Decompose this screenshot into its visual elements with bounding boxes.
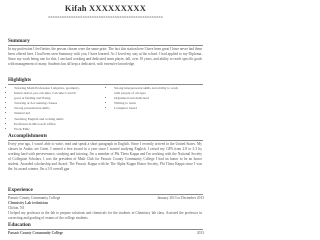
accomplishments-heading: Accomplishments	[8, 133, 48, 139]
highlights-divider	[8, 84, 203, 85]
experience-divider	[8, 194, 203, 195]
contact-line: XXXXXXXXXXXXXXXXXXXXXXXXXXXXXXXXXXXXXXXX…	[47, 15, 164, 19]
summary-text: In my profession I feel better, the pers…	[8, 47, 202, 67]
highlight-item: Computer based	[114, 106, 208, 111]
resume-page: Kifah XXXXXXXXX XXXXXXXXXXXXXXXXXXXXXXXX…	[0, 0, 211, 239]
summary-divider	[8, 45, 203, 46]
highlights-heading: Highlights	[8, 77, 32, 83]
highlights-right-list: Strong interpersonal skills and ability …	[108, 86, 208, 111]
education-heading: Education	[8, 222, 31, 228]
accomplishments-text: Every year ago, I wasn't able to write, …	[8, 142, 202, 172]
experience-heading: Experience	[8, 187, 33, 193]
highlights-left-list: Tutoring Math Profession I Algebra, geom…	[8, 86, 106, 132]
job-description: I helped my professor in the lab to prep…	[8, 211, 202, 221]
highlight-item: Work Ethic	[14, 127, 106, 132]
resume-name: Kifah XXXXXXXXX	[64, 3, 147, 13]
education-dates: 2013	[196, 231, 204, 235]
education-divider	[8, 229, 203, 230]
summary-heading: Summary	[8, 38, 30, 44]
accomplishments-divider	[8, 140, 203, 141]
